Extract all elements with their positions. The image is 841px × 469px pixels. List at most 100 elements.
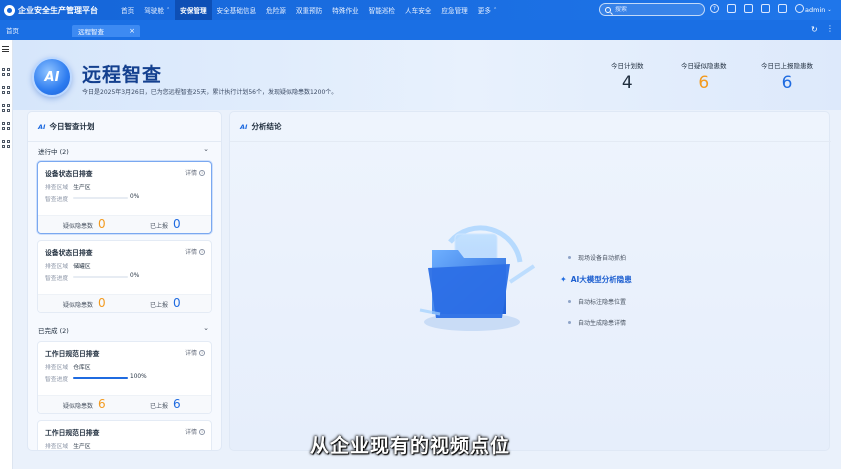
suspected-label: 疑似隐患数	[63, 403, 94, 410]
suspected-count: 0	[98, 217, 106, 231]
settings-icon[interactable]	[795, 4, 804, 13]
card-footer: 疑似隐患数 6 已上报 6	[38, 395, 211, 413]
brand[interactable]: 企业安全生产管理平台	[0, 4, 116, 16]
plan-card[interactable]: 工作日规范日排查 详情 i 排查区域 生产区	[37, 420, 212, 450]
chevron-down-icon[interactable]: ⌄	[203, 324, 209, 332]
detail-link[interactable]: 详情 i	[185, 247, 205, 256]
nav-item-1[interactable]: 驾驶舱 ⌃	[139, 0, 175, 20]
nav-item-2[interactable]: 安保管理	[175, 0, 212, 20]
nav-label: 智能巡检	[368, 7, 396, 15]
nav-item-6[interactable]: 特殊作业	[327, 0, 363, 20]
chevron-down-icon[interactable]: ⌄	[203, 145, 209, 153]
search-icon	[605, 6, 611, 13]
nav-label: 驾驶舱	[144, 7, 164, 15]
detail-link[interactable]: 详情 i	[185, 168, 205, 177]
grid-icon[interactable]	[2, 140, 10, 148]
area-value: 储罐区	[73, 264, 91, 270]
reported-label: 已上报	[150, 223, 169, 230]
nav-item-8[interactable]: 人车安全	[400, 0, 436, 20]
top-navbar: 企业安全生产管理平台 首页 驾驶舱 ⌃ 安保管理 安全基础信息 危险源 双重预防 特殊作业 智能…	[0, 0, 841, 20]
info-icon: i	[199, 248, 205, 255]
stat-1: 今日疑似隐患数 6	[681, 60, 727, 93]
reported-count: 0	[173, 296, 181, 310]
plan-card[interactable]: 设备状态日排查 详情 i 排查区域 生产区 智查进度 0% 疑似隐患数 0 已上报 0	[37, 161, 212, 234]
group-done-label[interactable]: 已完成 (2)	[38, 325, 69, 335]
area-value: 仓库区	[73, 365, 91, 371]
search-input[interactable]	[615, 6, 695, 13]
grid-icon[interactable]	[2, 86, 10, 94]
card-title: 设备状态日排查	[45, 170, 93, 178]
help-icon[interactable]: ?	[710, 4, 719, 13]
toolbar-icons: ?	[710, 4, 804, 13]
nav-item-10[interactable]: 更多 ⌃	[473, 0, 502, 20]
feature-text: 自动生成隐患详情	[578, 320, 627, 327]
card-title: 设备状态日排查	[45, 249, 93, 257]
ai-logo-icon: AI	[32, 57, 72, 97]
stat-label: 今日计划数	[611, 62, 644, 70]
progress-bar	[73, 197, 128, 199]
detail-link[interactable]: 详情 i	[185, 348, 205, 357]
screen-icon[interactable]	[727, 4, 736, 13]
ai-sparkle-icon: AI	[240, 122, 248, 131]
bullet-icon	[568, 300, 571, 303]
area-label: 排查区域	[45, 444, 69, 450]
divider	[28, 141, 221, 142]
reported-label: 已上报	[150, 403, 169, 410]
bullet-icon	[568, 256, 571, 259]
nav-item-0[interactable]: 首页	[116, 0, 139, 20]
area-value: 生产区	[73, 444, 91, 450]
tab-home[interactable]: 首页	[6, 25, 19, 35]
feature-item: 自动生成隐患详情	[568, 318, 626, 327]
nav-item-5[interactable]: 双重预防	[291, 0, 327, 20]
card-footer: 疑似隐患数 0 已上报 0	[38, 294, 211, 312]
user-menu[interactable]: admin ⌄	[805, 0, 832, 20]
grid-icon[interactable]	[2, 68, 10, 76]
sparkle-icon: ✦	[560, 275, 567, 284]
stat-value: 4	[621, 73, 633, 93]
nav-label: 特殊作业	[332, 7, 359, 15]
suspected-label: 疑似隐患数	[63, 223, 94, 230]
stat-value: 6	[781, 73, 793, 93]
plan-card[interactable]: 设备状态日排查 详情 i 排查区域 储罐区 智查进度 0% 疑似隐患数 0 已上报 0	[37, 240, 212, 313]
close-icon[interactable]: ×	[129, 27, 135, 35]
nav-label: 更多	[477, 7, 491, 15]
refresh-icon[interactable]: ↻	[811, 25, 818, 34]
nav-item-3[interactable]: 安全基础信息	[212, 0, 262, 20]
panel-title: 今日智查计划	[49, 122, 95, 131]
main-nav: 首页 驾驶舱 ⌃ 安保管理 安全基础信息 危险源 双重预防 特殊作业 智能巡检 人车安全 应急管理更…	[116, 0, 502, 20]
plan-card[interactable]: 工作日规范日排查 详情 i 排查区域 仓库区 智查进度 100% 疑似隐患数 6 已上报 6	[37, 341, 212, 414]
area-row: 排查区域 生产区	[45, 441, 91, 450]
feature-text: 自动标注隐患位置	[578, 299, 627, 306]
area-row: 排查区域 生产区	[45, 182, 91, 191]
menu-icon[interactable]	[2, 46, 9, 52]
nav-label: 首页	[121, 7, 135, 15]
grid-icon[interactable]	[778, 4, 787, 13]
area-row: 排查区域 储罐区	[45, 261, 91, 270]
nav-item-7[interactable]: 智能巡检	[364, 0, 400, 20]
today-plan-panel: AI 今日智查计划 进行中 (2) ⌄ 已完成 (2) ⌄ 设备状态日排查 详情 i…	[27, 111, 222, 451]
detail-label: 详情	[184, 350, 197, 357]
suspected-count: 6	[98, 397, 106, 411]
grid-icon[interactable]	[2, 104, 10, 112]
detail-link[interactable]: 详情 i	[185, 427, 205, 436]
reported-label: 已上报	[150, 302, 169, 309]
message-icon[interactable]	[744, 4, 753, 13]
username: admin	[805, 6, 826, 14]
group-running-label[interactable]: 进行中 (2)	[38, 146, 69, 156]
fullscreen-icon[interactable]	[761, 4, 770, 13]
nav-item-4[interactable]: 危险源	[261, 0, 291, 20]
tab-remote-inspection[interactable]: 远程智查 ×	[72, 25, 140, 37]
nav-item-9[interactable]: 应急管理	[436, 0, 472, 20]
detail-label: 详情	[184, 170, 197, 177]
search-box[interactable]	[599, 3, 705, 16]
nav-label: 安全基础信息	[216, 7, 257, 15]
detail-label: 详情	[184, 429, 197, 436]
chevron-down-icon: ⌄	[827, 7, 832, 13]
suspected-label: 疑似隐患数	[63, 302, 94, 309]
nav-label: 应急管理	[441, 7, 468, 15]
card-footer: 疑似隐患数 0 已上报 0	[38, 215, 211, 233]
more-icon[interactable]: ⋮	[826, 24, 834, 33]
progress-label: 智查进度	[45, 197, 69, 203]
feature-text: 现场设备自动抓拍	[578, 255, 627, 262]
grid-icon[interactable]	[2, 122, 10, 130]
